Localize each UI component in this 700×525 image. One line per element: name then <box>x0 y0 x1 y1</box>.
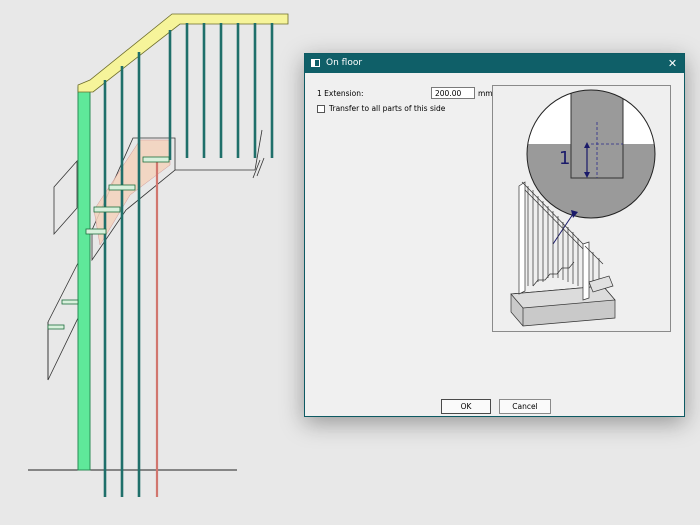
dialog-title: On floor <box>326 58 363 68</box>
tread-markers <box>47 156 170 330</box>
handrail <box>77 13 289 93</box>
extension-label: 1 Extension: <box>317 89 364 98</box>
on-floor-dialog: On floor ✕ 1 Extension: mm Transfer to a… <box>304 53 685 417</box>
cancel-button[interactable]: Cancel <box>499 399 551 414</box>
transfer-label: Transfer to all parts of this side <box>329 104 446 113</box>
balusters <box>103 23 274 497</box>
extension-unit: mm <box>478 89 493 98</box>
window-icon <box>311 59 320 67</box>
dialog-titlebar[interactable]: On floor ✕ <box>305 54 684 73</box>
preview-image: 1 <box>492 85 671 332</box>
close-icon[interactable]: ✕ <box>665 56 680 71</box>
ok-button[interactable]: OK <box>441 399 491 414</box>
newel-post <box>77 86 91 471</box>
extension-input[interactable] <box>431 87 475 99</box>
detail-magnifier <box>526 89 656 219</box>
preview-callout-label: 1 <box>559 148 570 169</box>
transfer-checkbox[interactable] <box>317 105 325 113</box>
